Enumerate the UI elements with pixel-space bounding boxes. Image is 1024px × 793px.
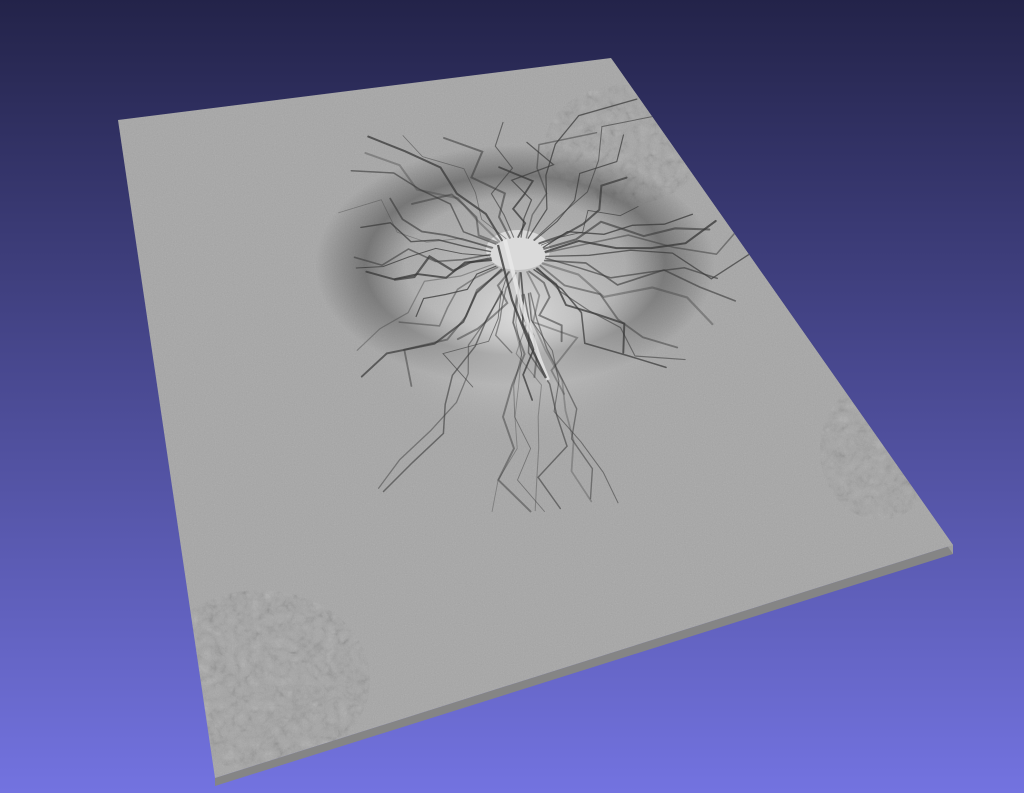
terrain-render[interactable] [0, 0, 1024, 793]
3d-viewport[interactable] [0, 0, 1024, 793]
